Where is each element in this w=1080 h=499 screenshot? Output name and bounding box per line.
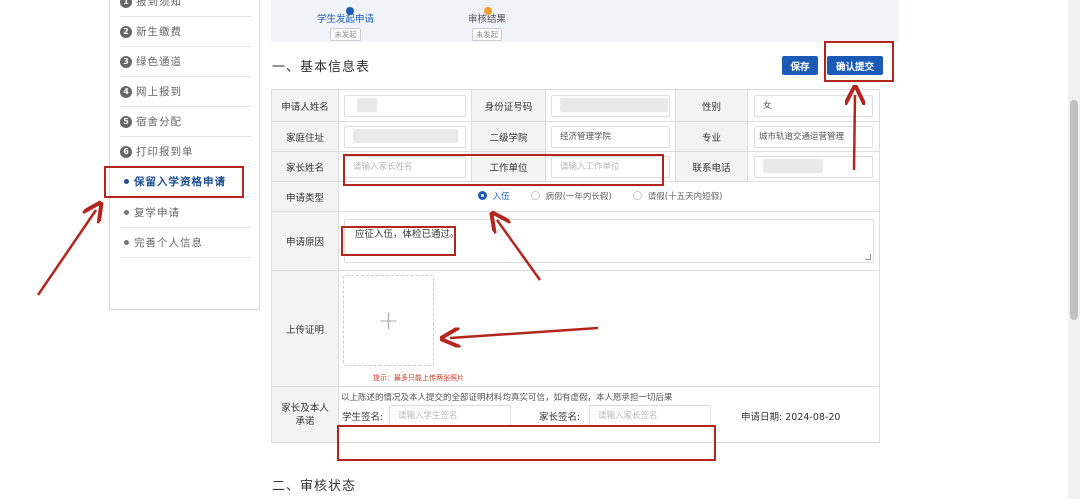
section-title-review-status: 二、审核状态 [272, 479, 357, 494]
college-input[interactable]: 经济管理学院 [551, 125, 670, 148]
sidebar-nav: 1 报到须知 2 新生缴费 3 绿色通道 4 网上报到 5 宿舍分配 6 打印报… [109, 0, 260, 310]
gender-field[interactable]: 女 [754, 94, 873, 117]
radio-checked-icon [477, 191, 487, 201]
upload-proof-label: 上传证明 [271, 270, 339, 387]
step-status-badge: 未发起 [330, 28, 361, 41]
sidebar-item-registration-notice[interactable]: 1 报到须知 [120, 0, 251, 17]
college-label: 二级学院 [471, 121, 546, 152]
bullet-icon [124, 210, 129, 215]
application-date: 申请日期: 2024-08-20 [741, 412, 841, 423]
resize-handle-icon[interactable] [865, 254, 871, 260]
step-number-icon: 1 [120, 0, 132, 8]
radio-enlist[interactable]: 入伍 [477, 190, 510, 202]
sidebar-item-personal-info[interactable]: 完善个人信息 [120, 228, 251, 258]
phone-input[interactable] [754, 155, 873, 178]
basic-info-form: 申请人姓名 身份证号码 性别 女 家庭住址 二级学院 经济管理学院 专业 城市轨… [271, 89, 880, 443]
major-label: 专业 [675, 121, 748, 152]
gender-label: 性别 [675, 89, 748, 122]
applicant-name-label: 申请人姓名 [271, 89, 339, 122]
step-number-icon: 4 [120, 85, 132, 98]
annotation-box-parent-info [343, 154, 664, 186]
reason-label: 申请原因 [271, 211, 339, 271]
section-title-basic-info: 一、基本信息表 [272, 60, 371, 75]
annotation-box-reason [341, 226, 456, 256]
annotation-box-sidebar [104, 166, 244, 198]
major-input[interactable]: 城市轨道交通运营管理 [754, 125, 873, 148]
radio-icon [530, 191, 540, 201]
sidebar-item-label: 新生缴费 [136, 26, 182, 38]
address-label: 家庭住址 [271, 121, 339, 152]
sidebar-item-label: 复学申请 [134, 207, 180, 219]
upload-box[interactable]: + [343, 275, 434, 366]
redacted-value [763, 159, 823, 173]
parent-sign-label: 家长签名: [539, 412, 581, 423]
radio-short-leave[interactable]: 请假(十五天内短假) [632, 190, 722, 202]
application-type-label: 申请类型 [271, 181, 339, 212]
annotation-box-signature [337, 425, 716, 461]
step-label: 学生发起申请 [317, 14, 375, 25]
step-status-badge: 未发起 [471, 28, 503, 41]
sidebar-item-label: 网上报到 [136, 86, 182, 98]
upload-tip: 提示：最多只能上传两张照片 [373, 374, 464, 382]
step-number-icon: 5 [120, 115, 132, 128]
application-type-radio-group: 入伍 病假(一年内长假) 请假(十五天内短假) [338, 181, 880, 212]
radio-long-sick-leave[interactable]: 病假(一年内长假) [530, 190, 612, 202]
sidebar-item-print-registration[interactable]: 6 打印报到单 [120, 137, 251, 167]
sidebar-item-dorm-assignment[interactable]: 5 宿舍分配 [120, 107, 251, 137]
progress-steps: 学生发起申请 未发起 审核结果 未发起 [271, 0, 899, 42]
sidebar-item-online-registration[interactable]: 4 网上报到 [120, 77, 251, 107]
sidebar-item-green-channel[interactable]: 3 绿色通道 [120, 47, 251, 77]
parent-name-label: 家长姓名 [271, 151, 339, 182]
scrollbar-thumb[interactable] [1070, 100, 1078, 320]
redacted-value [560, 98, 668, 112]
radio-icon [632, 191, 642, 201]
step-review-result: 审核结果 未发起 [468, 7, 506, 41]
redacted-value [353, 129, 458, 143]
step-number-icon: 3 [120, 55, 132, 68]
page-scrollbar[interactable] [1068, 0, 1080, 499]
step-number-icon: 2 [120, 25, 132, 38]
sidebar-item-label: 绿色通道 [136, 56, 182, 68]
applicant-name-input[interactable] [344, 94, 466, 117]
address-input[interactable] [344, 125, 466, 148]
sidebar-item-label: 宿舍分配 [136, 116, 182, 128]
student-sign-input[interactable]: 请输入学生签名 [389, 405, 511, 427]
bullet-icon [124, 240, 129, 245]
id-number-label: 身份证号码 [471, 89, 546, 122]
parent-sign-input[interactable]: 请输入家长签名 [589, 405, 711, 427]
sidebar-item-label: 打印报到单 [136, 146, 194, 158]
sidebar-item-payment[interactable]: 2 新生缴费 [120, 17, 251, 47]
sidebar-item-resume-study[interactable]: 复学申请 [120, 198, 251, 228]
pledge-label: 家长及本人 承诺 [271, 386, 339, 443]
annotation-box-confirm [824, 41, 894, 82]
step-student-apply: 学生发起申请 未发起 [317, 7, 375, 41]
page: 1 报到须知 2 新生缴费 3 绿色通道 4 网上报到 5 宿舍分配 6 打印报… [0, 0, 1080, 499]
step-number-icon: 6 [120, 145, 132, 158]
step-marker-icon [484, 7, 492, 15]
pledge-text: 以上陈述的情况及本人提交的全部证明材料均真实可信，如有虚假，本人愿承担一切后果 [341, 393, 673, 403]
plus-icon: + [377, 305, 400, 336]
sidebar-item-label: 完善个人信息 [134, 237, 203, 249]
step-marker-icon [346, 7, 354, 15]
phone-label: 联系电话 [675, 151, 748, 182]
save-button[interactable]: 保存 [782, 56, 818, 75]
sidebar-item-label: 报到须知 [136, 0, 182, 8]
redacted-value [357, 98, 377, 112]
arrow-to-sidebar-icon [36, 210, 96, 296]
student-sign-label: 学生签名: [342, 412, 384, 423]
id-number-input[interactable] [551, 94, 670, 117]
